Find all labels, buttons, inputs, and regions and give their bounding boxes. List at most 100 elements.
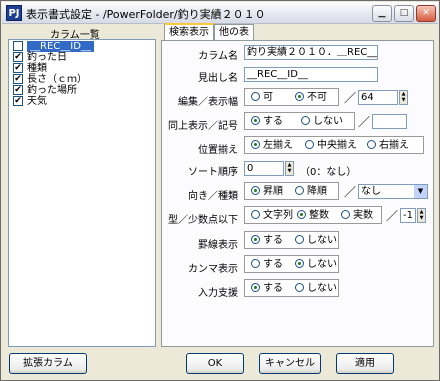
tab-search-display[interactable]: 検索表示 [164,23,214,40]
heading-name-field[interactable]: __REC__ID__ [244,67,378,82]
radio-real[interactable]: 実数 [341,210,373,221]
radio-selected-icon [251,140,260,149]
type-select[interactable]: なし ▼ [358,184,428,199]
radio-integer[interactable]: 整数 [297,210,329,221]
list-item-label: 長さ（ｃｍ） [27,74,87,85]
sort-order-spinner[interactable]: ▲ ▼ [285,161,294,176]
list-item[interactable]: ✔ 種類 [11,63,154,74]
radio-icon [341,210,350,219]
radio-label: しない [313,116,343,127]
radio-string[interactable]: 文字列 [251,210,293,221]
sort-order-label: ソート順序 [188,167,238,178]
column-list[interactable]: __REC__ID__ ✔ 釣った日 ✔ 種類 ✔ 長さ（ｃｍ） ✔ 釣った場所… [8,39,156,347]
radio-icon [295,235,304,244]
radio-edit-allowed[interactable]: 可 [251,92,273,103]
radio-same-above-off[interactable]: しない [301,116,343,127]
decimals-spinner[interactable]: ▲ ▼ [417,208,426,223]
ok-button[interactable]: OK [186,353,244,374]
radio-label: する [263,259,283,270]
radio-icon [251,259,260,268]
separator-slash: ／ [358,115,371,129]
list-item[interactable]: __REC__ID__ [11,41,154,52]
radio-label: する [263,235,283,246]
alignment-label: 位置揃え [198,145,238,156]
width-spinner[interactable]: ▲ ▼ [399,90,408,105]
radio-support-off[interactable]: しない [295,283,337,294]
decimals-field[interactable]: -1 [400,208,416,223]
heading-name-label: 見出し名 [198,73,238,84]
spinner-down-icon: ▼ [401,97,406,103]
tab-other-tables[interactable]: 他の表 [214,24,254,40]
checkbox-checked[interactable]: ✔ [13,74,23,84]
minimize-button[interactable]: ▁ [372,5,392,22]
list-item[interactable]: ✔ 釣った日 [11,52,154,63]
radio-icon [251,92,260,101]
list-item[interactable]: ✔ 長さ（ｃｍ） [11,74,154,85]
type-select-value: なし [361,186,381,197]
radio-selected-icon [251,116,260,125]
list-item[interactable]: ✔ 釣った場所 [11,85,154,96]
radio-border-off[interactable]: しない [295,235,337,246]
close-icon: ✕ [422,8,430,18]
maximize-button[interactable]: □ [394,5,414,22]
radio-selected-icon [297,210,306,219]
same-above-radio-group: する しない [244,112,355,130]
input-support-label: 入力支援 [198,288,238,299]
radio-ascending[interactable]: 昇順 [251,186,283,197]
edit-width-label: 編集／表示幅 [178,97,238,108]
edit-radio-group: 可 不可 [244,88,339,106]
radio-border-on[interactable]: する [251,235,283,246]
spinner-down-icon: ▼ [287,168,292,174]
spinner-down-icon: ▼ [419,215,424,221]
radio-label: する [263,116,283,127]
border-display-label: 罫線表示 [198,240,238,251]
radio-align-center[interactable]: 中央揃え [305,140,357,151]
radio-selected-icon [295,92,304,101]
title-bar: PJ 表示書式設定 - /PowerFolder/釣り実績２０１０ ▁ □ ✕ [2,2,438,24]
radio-selected-icon [251,235,260,244]
radio-label: 降順 [307,186,327,197]
checkbox-checked[interactable]: ✔ [13,63,23,73]
radio-descending[interactable]: 降順 [295,186,327,197]
sort-order-hint: （0：なし） [300,167,357,178]
radio-same-above-on[interactable]: する [251,116,283,127]
list-item-label: __REC__ID__ [27,41,94,52]
apply-button[interactable]: 適用 [336,353,394,374]
radio-align-left[interactable]: 左揃え [251,140,293,151]
radio-selected-icon [295,259,304,268]
app-icon: PJ [6,5,22,21]
radio-label: しない [307,283,337,294]
border-radio-group: する しない [244,231,339,249]
checkbox-checked[interactable]: ✔ [13,85,23,95]
datatype-radio-group: 文字列 整数 実数 [244,206,382,224]
list-item-label: 天気 [27,96,47,107]
list-item[interactable]: ✔ 天気 [11,96,154,107]
radio-align-right[interactable]: 右揃え [367,140,409,151]
radio-icon [295,186,304,195]
radio-icon [301,116,310,125]
radio-label: しない [307,259,337,270]
radio-label: 昇順 [263,186,283,197]
radio-support-on[interactable]: する [251,283,283,294]
close-button[interactable]: ✕ [416,5,436,22]
checkbox[interactable] [13,41,23,51]
type-decimals-label: 型／少数点以下 [168,215,238,226]
sort-order-field[interactable]: 0 [244,161,284,176]
dialog-window: PJ 表示書式設定 - /PowerFolder/釣り実績２０１０ ▁ □ ✕ … [0,0,440,381]
window-title: 表示書式設定 - /PowerFolder/釣り実績２０１０ [26,8,266,21]
radio-edit-forbidden[interactable]: 不可 [295,92,327,103]
same-above-label: 同上表示／記号 [168,121,238,132]
list-item-label: 釣った日 [27,52,67,63]
same-above-symbol-field[interactable] [372,114,407,129]
radio-comma-off[interactable]: しない [295,259,337,270]
checkbox-checked[interactable]: ✔ [13,52,23,62]
column-name-field[interactable]: 釣り実績２０１０．＿REC__ID_ [244,45,378,60]
display-width-field[interactable]: 64 [358,90,398,105]
cancel-button[interactable]: キャンセル [259,353,321,374]
radio-comma-on[interactable]: する [251,259,283,270]
radio-icon [367,140,376,149]
checkbox-checked[interactable]: ✔ [13,96,23,106]
extended-columns-button[interactable]: 拡張カラム [9,353,87,374]
input-support-radio-group: する しない [244,279,339,297]
radio-selected-icon [251,186,260,195]
